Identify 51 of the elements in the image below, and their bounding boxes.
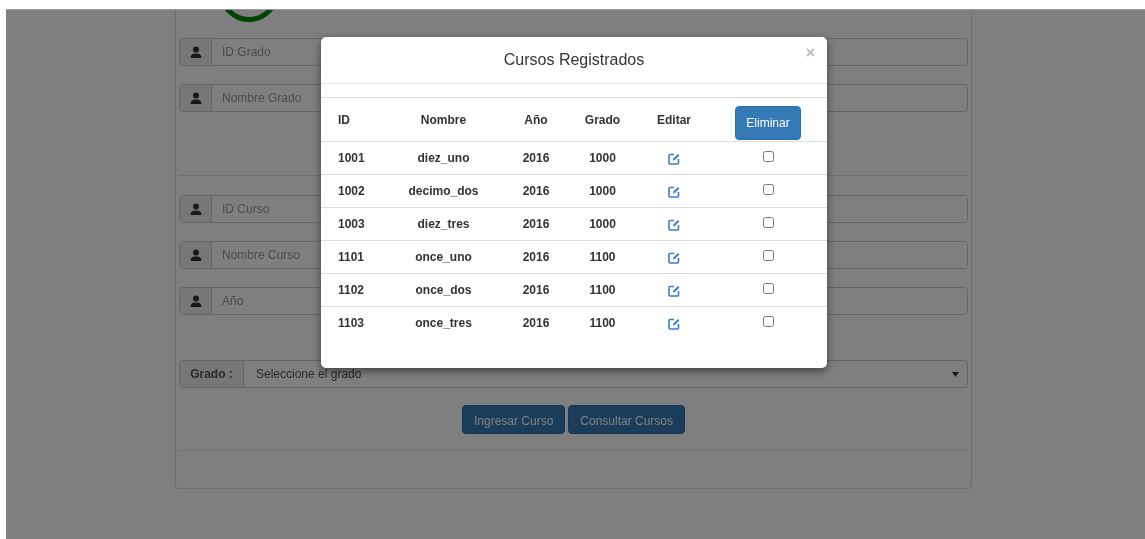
column-header: ID <box>321 97 381 142</box>
edit-icon[interactable] <box>668 251 680 264</box>
table-cell: 1100 <box>566 240 639 274</box>
column-header: Año <box>506 97 566 142</box>
person-icon <box>189 295 202 307</box>
table-cell: 1101 <box>321 240 381 274</box>
edit-icon[interactable] <box>668 318 680 331</box>
table-cell: decimo_dos <box>381 174 506 208</box>
person-icon <box>189 46 202 58</box>
row-checkbox[interactable] <box>762 283 774 294</box>
person-icon <box>189 92 202 104</box>
column-header: Grado <box>566 97 639 142</box>
modal-title: Cursos Registrados <box>503 50 645 70</box>
row-checkbox[interactable] <box>762 250 774 261</box>
action-button[interactable]: Consultar Cursos <box>568 405 686 434</box>
close-button[interactable]: × <box>805 45 815 61</box>
edit-icon[interactable] <box>668 185 680 198</box>
table-cell: 2016 <box>506 306 566 340</box>
column-header: Nombre <box>381 97 506 142</box>
row-checkbox[interactable] <box>762 184 774 195</box>
table-cell: 2016 <box>506 174 566 208</box>
edit-icon[interactable] <box>668 218 680 231</box>
edit-icon[interactable] <box>668 284 680 297</box>
table-cell: 1002 <box>321 174 381 208</box>
person-icon <box>189 203 202 215</box>
table-cell: 1102 <box>321 273 381 307</box>
row-checkbox[interactable] <box>762 316 774 328</box>
table-cell: 1000 <box>566 207 639 241</box>
row-checkbox[interactable] <box>762 217 774 228</box>
column-header: Editar <box>639 97 709 142</box>
table-cell: diez_uno <box>381 141 506 175</box>
table-cell: once_tres <box>381 306 506 340</box>
table-cell: 1003 <box>321 207 381 241</box>
table-cell: 2016 <box>506 240 566 274</box>
table-cell: 1000 <box>566 174 639 208</box>
table-cell: 2016 <box>506 207 566 241</box>
table-cell: once_uno <box>381 240 506 274</box>
table-cell: 1100 <box>566 273 639 307</box>
delete-button[interactable]: Eliminar <box>735 105 801 140</box>
action-button[interactable]: Ingresar Curso <box>461 405 566 434</box>
row-checkbox[interactable] <box>762 151 774 162</box>
table-cell: 2016 <box>506 273 566 307</box>
table-cell: 2016 <box>506 141 566 175</box>
table-cell: diez_tres <box>381 207 506 241</box>
table-cell: 1100 <box>566 306 639 340</box>
table-cell: 1000 <box>566 141 639 175</box>
table-cell: 1001 <box>321 141 381 175</box>
person-icon <box>189 249 202 261</box>
edit-icon[interactable] <box>668 152 680 165</box>
table-cell: 1103 <box>321 306 381 340</box>
table-cell: once_dos <box>381 273 506 307</box>
